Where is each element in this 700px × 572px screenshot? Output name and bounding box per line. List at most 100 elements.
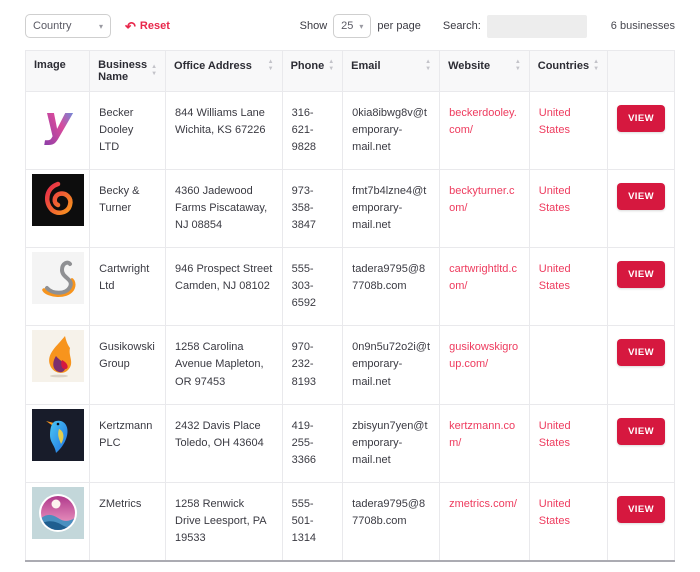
email-address: tadera9795@87708b.com <box>352 498 425 527</box>
website-link[interactable]: zmetrics.com/ <box>449 498 517 510</box>
business-name-cell: ZMetrics <box>90 482 166 561</box>
office-address-cell: 946 Prospect Street Camden, NJ 08102 <box>166 248 283 326</box>
business-name: Kertzmann PLC <box>99 420 152 449</box>
website-link-cell: gusikowskigroup.com/ <box>440 326 530 404</box>
column-label: Image <box>34 59 66 71</box>
view-cell: VIEW <box>608 92 675 170</box>
show-label: Show <box>300 20 328 32</box>
column-label: Email <box>351 60 380 72</box>
website-link[interactable]: beckerdooley.com/ <box>449 107 517 136</box>
column-header-website[interactable]: Website ▲▼ <box>440 51 530 92</box>
sort-arrows-icon[interactable]: ▲▼ <box>425 59 431 72</box>
office-address-cell: 1258 Renwick Drive Leesport, PA 19533 <box>166 482 283 561</box>
office-address: 1258 Renwick Drive Leesport, PA 19533 <box>175 498 266 544</box>
search-input[interactable] <box>487 15 587 38</box>
office-address-cell: 4360 Jadewood Farms Piscataway, NJ 08854 <box>166 170 283 248</box>
business-name-cell: Cartwright Ltd <box>90 248 166 326</box>
business-logo-cell <box>26 326 90 404</box>
column-label: Phone <box>291 60 325 72</box>
website-link[interactable]: beckyturner.com/ <box>449 185 514 214</box>
phone-number: 555-501-1314 <box>292 498 316 544</box>
email-address: 0kia8ibwg8v@temporary-mail.net <box>352 107 427 153</box>
email-address-cell: 0n9n5u72o2i@temporary-mail.net <box>343 326 440 404</box>
undo-arrow-icon: ↶ <box>125 20 136 33</box>
email-address-cell: fmt7b4lzne4@temporary-mail.net <box>343 170 440 248</box>
website-link[interactable]: cartwrightltd.com/ <box>449 263 517 292</box>
toolbar: Country ▾ ↶ Reset Show 25 ▾ per page Sea… <box>25 14 675 38</box>
countries-text: United States <box>539 420 571 449</box>
business-name-cell: Becky & Turner <box>90 170 166 248</box>
view-cell: VIEW <box>608 326 675 404</box>
column-header-actions <box>608 51 675 92</box>
view-button[interactable]: VIEW <box>617 183 665 210</box>
business-name-cell: Becker Dooley LTD <box>90 92 166 170</box>
table-row: Kertzmann PLC 2432 Davis Place Toledo, OH… <box>26 404 675 482</box>
business-name: Becker Dooley LTD <box>99 107 133 153</box>
svg-text:y: y <box>44 97 73 146</box>
sort-arrows-icon[interactable]: ▲▼ <box>328 59 334 72</box>
countries-text-cell: United States <box>529 248 607 326</box>
phone-number: 973-358-3847 <box>292 185 316 231</box>
column-header-phone[interactable]: Phone▲▼ <box>282 51 343 92</box>
phone-number: 419-255-3366 <box>292 420 316 466</box>
column-header-business-name[interactable]: Business Name▲▼ <box>90 51 166 92</box>
table-row: y Becker Dooley LTD 844 Williams Lane Wich… <box>26 92 675 170</box>
countries-text: United States <box>539 263 571 292</box>
office-address: 4360 Jadewood Farms Piscataway, NJ 08854 <box>175 185 267 231</box>
column-header-countries[interactable]: Countries ▲▼ <box>529 51 607 92</box>
business-name-cell: Kertzmann PLC <box>90 404 166 482</box>
email-address-cell: tadera9795@87708b.com <box>343 482 440 561</box>
view-button[interactable]: VIEW <box>617 105 665 132</box>
phone-number: 555-303-6592 <box>292 263 316 309</box>
search-label: Search: <box>443 20 481 32</box>
table-row: Gusikowski Group1258 Carolina Avenue Map… <box>26 326 675 404</box>
website-link[interactable]: kertzmann.com/ <box>449 420 515 449</box>
page-size-select[interactable]: 25 ▾ <box>333 14 371 38</box>
spiral-flame-dark-logo <box>32 174 84 226</box>
countries-text: United States <box>539 107 571 136</box>
kingfisher-bird-logo <box>32 409 84 461</box>
phone-number-cell: 316-621-9828 <box>282 92 343 170</box>
website-link-cell: beckerdooley.com/ <box>440 92 530 170</box>
table-row: Cartwright Ltd 946 Prospect Street Camden… <box>26 248 675 326</box>
column-header-email[interactable]: Email ▲▼ <box>343 51 440 92</box>
countries-text: United States <box>539 185 571 214</box>
website-link-cell: beckyturner.com/ <box>440 170 530 248</box>
view-cell: VIEW <box>608 248 675 326</box>
country-filter-value: Country <box>33 20 72 32</box>
view-button[interactable]: VIEW <box>617 496 665 523</box>
view-button[interactable]: VIEW <box>617 261 665 288</box>
swan-gray-logo <box>32 252 84 304</box>
office-address-cell: 2432 Davis Place Toledo, OH 43604 <box>166 404 283 482</box>
per-page-label: per page <box>377 20 420 32</box>
countries-text-cell: United States <box>529 92 607 170</box>
business-logo-cell: y <box>26 92 90 170</box>
table-header: ImageBusiness Name▲▼Office Address▲▼Phon… <box>26 51 675 92</box>
sort-arrows-icon[interactable]: ▲▼ <box>151 64 157 77</box>
sort-arrows-icon[interactable]: ▲▼ <box>593 59 599 72</box>
sort-arrows-icon[interactable]: ▲▼ <box>515 59 521 72</box>
column-label: Website <box>448 60 490 72</box>
reset-button[interactable]: ↶ Reset <box>125 20 170 33</box>
email-address-cell: 0kia8ibwg8v@temporary-mail.net <box>343 92 440 170</box>
phone-number: 970-232-8193 <box>292 341 316 387</box>
country-filter-select[interactable]: Country ▾ <box>25 14 111 38</box>
chevron-down-icon: ▾ <box>99 22 103 31</box>
office-address: 946 Prospect Street Camden, NJ 08102 <box>175 263 272 292</box>
phone-number-cell: 555-501-1314 <box>282 482 343 561</box>
column-label: Countries <box>538 60 589 72</box>
column-header-office-address[interactable]: Office Address▲▼ <box>166 51 283 92</box>
business-logo-cell <box>26 482 90 561</box>
business-name: ZMetrics <box>99 498 141 510</box>
view-button[interactable]: VIEW <box>617 418 665 445</box>
website-link-cell: zmetrics.com/ <box>440 482 530 561</box>
countries-text-cell <box>529 326 607 404</box>
view-button[interactable]: VIEW <box>617 339 665 366</box>
sort-arrows-icon[interactable]: ▲▼ <box>268 59 274 72</box>
business-logo-cell <box>26 170 90 248</box>
website-link[interactable]: gusikowskigroup.com/ <box>449 341 518 370</box>
page-size-value: 25 <box>341 20 353 32</box>
business-name: Becky & Turner <box>99 185 139 214</box>
office-address: 844 Williams Lane Wichita, KS 67226 <box>175 107 266 136</box>
email-address-cell: zbisyun7yen@temporary-mail.net <box>343 404 440 482</box>
